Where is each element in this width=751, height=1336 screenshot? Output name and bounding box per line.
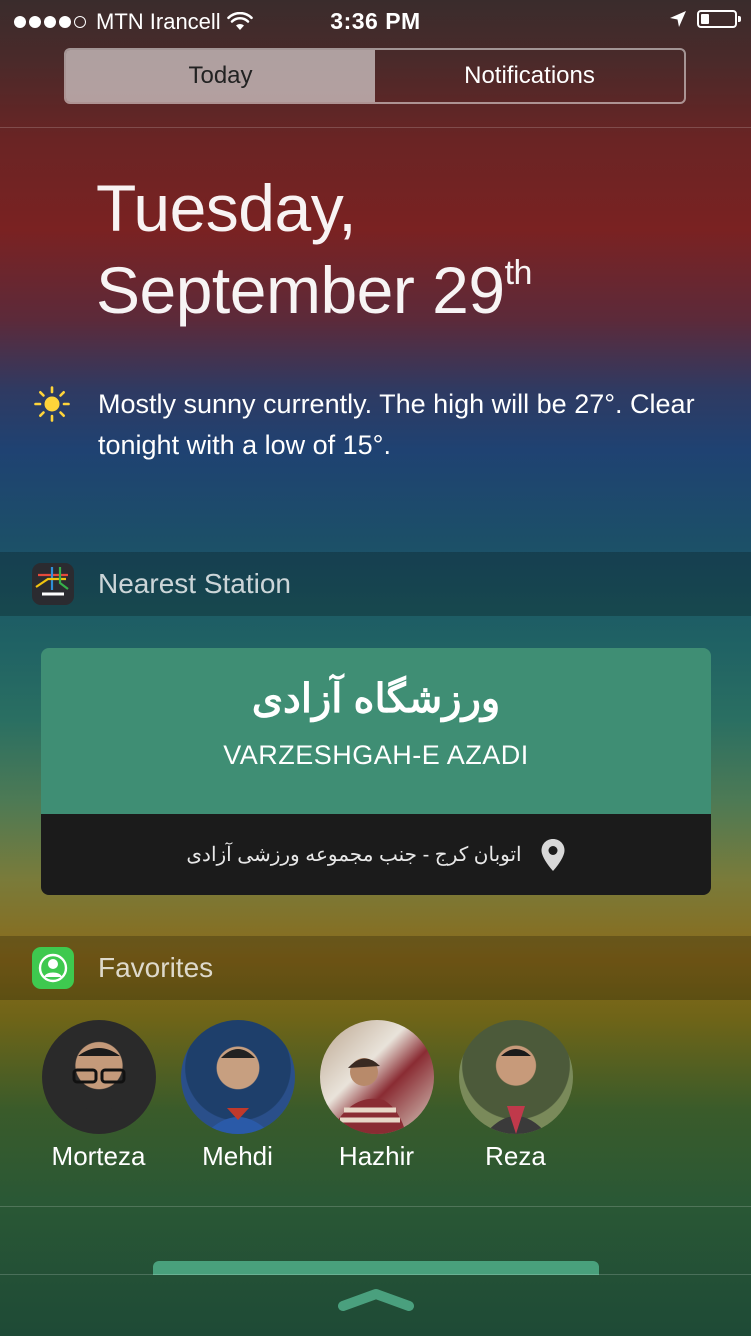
status-time: 3:36 PM <box>330 8 421 34</box>
date-weekday: Tuesday, <box>96 171 357 245</box>
avatar <box>319 1020 434 1134</box>
date-month-day: September 29th <box>96 252 532 328</box>
favorites-list: Morteza Mehdi Hazhir Reza <box>40 1020 574 1172</box>
nearest-station-header[interactable]: Nearest Station <box>0 552 751 616</box>
today-notifications-segmented-control: Today Notifications <box>64 48 686 104</box>
avatar <box>180 1020 295 1134</box>
weather-summary: Mostly sunny currently. The high will be… <box>98 389 695 460</box>
metro-app-icon <box>32 563 74 605</box>
nearest-station-title: Nearest Station <box>98 568 291 599</box>
station-name-english: VARZESHGAH-E AZADI <box>223 740 529 770</box>
header-divider <box>0 127 751 128</box>
favorite-name: Reza <box>485 1141 546 1171</box>
chevron-up-icon[interactable] <box>337 1288 415 1312</box>
bottom-divider-2 <box>0 1274 751 1275</box>
favorite-contact-reza[interactable]: Reza <box>457 1020 574 1172</box>
date-month-day-text: September 29 <box>96 253 505 327</box>
favorite-name: Morteza <box>51 1141 146 1171</box>
avatar <box>458 1020 573 1134</box>
sun-icon <box>34 386 70 422</box>
favorites-title: Favorites <box>98 952 214 983</box>
bottom-divider <box>0 1206 751 1207</box>
avatar <box>41 1020 156 1134</box>
favorite-contact-hazhir[interactable]: Hazhir <box>318 1020 435 1172</box>
station-address-bar: اتوبان کرج - جنب مجموعه ورزشی آزادی <box>41 814 711 895</box>
station-name-panel: ورزشگاه آزادی VARZESHGAH-E AZADI <box>41 648 711 814</box>
contacts-icon <box>32 947 74 989</box>
location-pin-icon <box>541 838 565 871</box>
battery-icon <box>697 10 741 28</box>
battery-level <box>701 14 709 24</box>
station-name-persian: ورزشگاه آزادی <box>251 677 501 721</box>
tab-today[interactable]: Today <box>66 50 375 102</box>
favorites-header[interactable]: Favorites <box>0 936 751 1000</box>
favorite-name: Mehdi <box>202 1141 273 1171</box>
favorite-name: Hazhir <box>338 1141 415 1171</box>
station-address: اتوبان کرج - جنب مجموعه ورزشی آزادی <box>186 844 522 866</box>
battery-nub <box>738 16 741 22</box>
status-right <box>669 10 741 28</box>
location-arrow-icon <box>670 11 686 27</box>
favorite-contact-morteza[interactable]: Morteza <box>40 1020 157 1172</box>
next-widget-peek <box>153 1261 599 1275</box>
status-bar: MTN Irancell 3:36 PM <box>0 0 751 42</box>
nearest-station-card[interactable]: ورزشگاه آزادی VARZESHGAH-E AZADI اتوبان … <box>41 648 711 895</box>
favorite-contact-mehdi[interactable]: Mehdi <box>179 1020 296 1172</box>
tab-notifications[interactable]: Notifications <box>375 50 684 102</box>
date-ordinal-suffix: th <box>504 254 533 292</box>
